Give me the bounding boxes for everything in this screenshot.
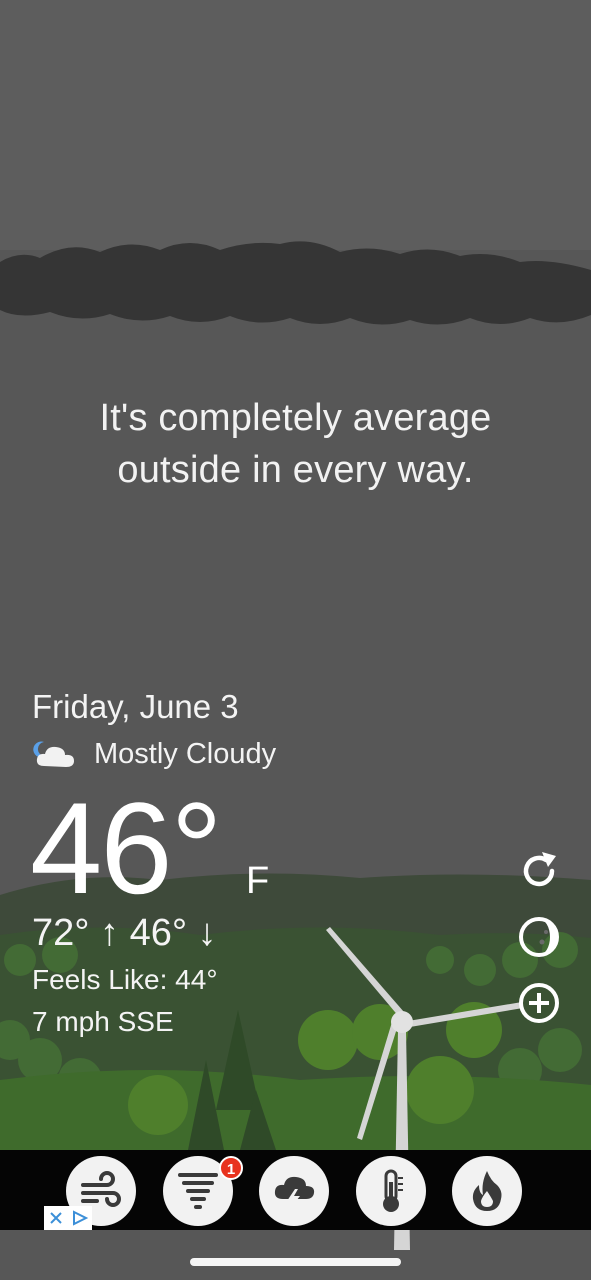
- close-icon[interactable]: [48, 1210, 64, 1226]
- tornado-alert-badge: 1: [219, 1156, 243, 1180]
- home-indicator[interactable]: [190, 1258, 401, 1266]
- fire-button[interactable]: [452, 1156, 522, 1226]
- high-low-temperature: 72° ↑ 46° ↓: [32, 912, 217, 954]
- ad-choices[interactable]: [44, 1206, 92, 1230]
- moon-phase-icon[interactable]: [516, 914, 562, 960]
- weather-tagline: It's completely average outside in every…: [0, 392, 591, 496]
- current-temperature: 46°: [30, 775, 223, 921]
- tagline-line-2: outside in every way.: [117, 449, 474, 491]
- refresh-icon[interactable]: [516, 848, 562, 894]
- background-scene: [0, 0, 591, 1280]
- tornado-icon: [178, 1173, 218, 1209]
- feels-like: Feels Like: 44°: [32, 964, 218, 995]
- thermometer-icon: [383, 1169, 403, 1212]
- thunderstorm-button[interactable]: [259, 1156, 329, 1226]
- condition-row: Mostly Cloudy: [32, 736, 276, 772]
- temperature-unit[interactable]: F: [246, 860, 269, 903]
- fire-icon: [472, 1171, 502, 1211]
- wind-icon: [81, 1171, 121, 1207]
- temperature-button[interactable]: [356, 1156, 426, 1226]
- ad-choices-icon[interactable]: [71, 1210, 89, 1226]
- partly-cloudy-night-icon: [33, 741, 74, 767]
- forecast-date: Friday, June 3: [32, 688, 239, 725]
- wind-speed: 7 mph SSE: [32, 1006, 174, 1037]
- add-location-icon[interactable]: [516, 980, 562, 1026]
- thunderstorm-icon: [274, 1176, 315, 1210]
- tagline-line-1: It's completely average: [99, 397, 492, 439]
- condition-text: Mostly Cloudy: [94, 737, 277, 770]
